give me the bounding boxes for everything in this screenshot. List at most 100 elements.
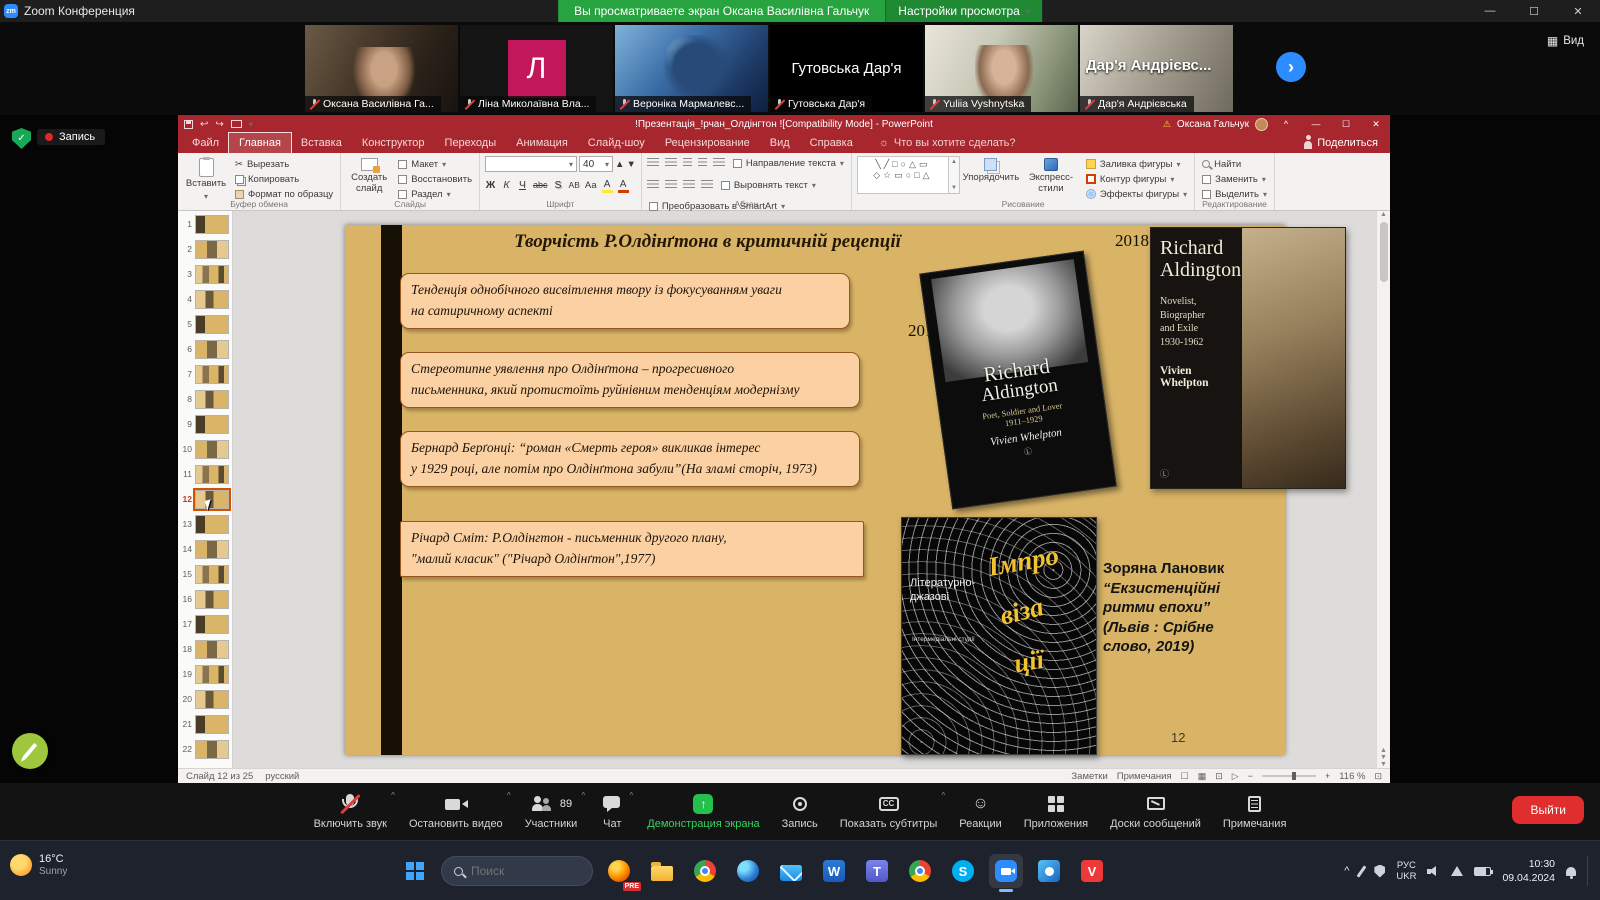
tab-design[interactable]: Конструктор [352,133,435,153]
slide-thumbnail-13[interactable]: 13 [178,513,232,538]
start-button[interactable] [398,854,432,888]
tell-me-search[interactable]: ☼ Что вы хотите сделать? [879,137,1016,149]
participant-tile-darya[interactable]: Дар'я Андрієвс... Дар'я Андрієвська [1080,25,1233,112]
thumbnail-preview[interactable] [195,540,229,559]
numbering-icon[interactable] [665,158,677,168]
account-avatar[interactable] [1255,118,1268,131]
slide-thumbnail-16[interactable]: 16 [178,588,232,613]
align-center-icon[interactable] [665,180,677,190]
quick-styles-button[interactable]: Экспресс-стили [1022,156,1080,195]
minimize-button[interactable]: — [1468,0,1512,22]
copy-button[interactable]: Копировать [233,172,335,186]
chat-button[interactable]: ^ Чат [590,791,634,833]
text-box-1[interactable]: Тенденція однобічного висвітлення твору … [400,273,850,329]
zoom-percentage[interactable]: 116 % [1339,771,1365,782]
text-box-2[interactable]: Стереотипне уявлення про Олдінґтона – пр… [400,352,860,408]
language-switcher[interactable]: РУС UKR [1396,860,1416,883]
participant-tile-yuliia[interactable]: Yuliia Vyshnytska [925,25,1078,112]
slide-12[interactable]: Творчість Р.Олдінґтона в критичній рецеп… [345,225,1285,755]
highlight-color-button[interactable]: А [602,180,613,191]
bullets-icon[interactable] [647,158,659,168]
close-button[interactable]: ✕ [1556,0,1600,22]
thumbnail-preview[interactable] [195,615,229,634]
align-text-button[interactable]: Выровнять текст ▾ [719,178,818,192]
slideshow-view-icon[interactable]: ▷ [1232,771,1239,782]
slide-thumbnail-9[interactable]: 9 [178,413,232,438]
thumbnail-preview[interactable] [195,715,229,734]
taskbar-icon-mail[interactable] [774,854,808,888]
text-shadow-button[interactable]: S [553,179,564,191]
taskbar-icon-edge[interactable] [731,854,765,888]
text-box-3[interactable]: Бернард Берґонці: “роман «Смерть героя» … [400,431,860,487]
participant-tile-veronika[interactable]: Вероніка Мармалевс... [615,25,768,112]
undo-icon[interactable]: ↩ [200,119,208,130]
clock[interactable]: 10:30 09.04.2024 [1502,857,1555,885]
new-slide-button[interactable]: Создать слайд [346,156,392,195]
normal-view-icon[interactable]: ☐ [1181,771,1189,782]
thumbnail-preview[interactable] [195,390,229,409]
whiteboards-button[interactable]: Доски сообщений [1101,791,1210,833]
justify-icon[interactable] [701,180,713,190]
slide-thumbnail-17[interactable]: 17 [178,613,232,638]
comments-toggle[interactable]: Примечания [1117,771,1172,782]
slide-counter[interactable]: Слайд 12 из 25 [186,771,253,782]
slide-thumbnail-11[interactable]: 11 [178,463,232,488]
recording-indicator[interactable]: Запись [37,129,105,145]
slide-thumbnail-panel[interactable]: 12345678910111213141516171819202122 [178,211,233,768]
annotation-pencil-button[interactable] [12,733,48,769]
shape-fill-button[interactable]: Заливка фигуры ▾ [1084,157,1189,171]
font-size-combobox[interactable]: 40 ▾ [579,156,613,172]
shapes-gallery[interactable]: ╲╱□○△▭ ◇☆▭○□△ ▲ ▼ [857,156,960,194]
thumbnail-preview[interactable] [195,290,229,309]
scroll-up-icon[interactable]: ▲ [1380,211,1387,218]
thumbnail-preview[interactable] [195,640,229,659]
previous-slide-icon[interactable]: ▲ [1380,747,1387,754]
slideshow-icon[interactable] [231,120,242,128]
slide-thumbnail-8[interactable]: 8 [178,388,232,413]
bold-button[interactable]: Ж [485,179,496,191]
italic-button[interactable]: К [501,179,512,191]
tab-file[interactable]: Файл [182,133,229,153]
tab-help[interactable]: Справка [800,133,863,153]
chevron-up-icon[interactable]: ^ [507,791,511,800]
align-right-icon[interactable] [683,180,695,190]
taskbar-icon-teams[interactable]: T [860,854,894,888]
language-indicator[interactable]: русский [265,771,299,782]
scroll-down-icon[interactable]: ▼ [1380,761,1387,768]
save-icon[interactable] [184,120,193,129]
thumbnail-preview[interactable] [195,215,229,234]
maximize-button[interactable]: ☐ [1512,0,1556,22]
taskbar-icon-firefox[interactable]: PRE [602,854,636,888]
share-screen-button[interactable]: ↑ Демонстрация экрана [638,791,768,833]
line-spacing-icon[interactable] [713,158,725,168]
slide-thumbnail-7[interactable]: 7 [178,363,232,388]
strikethrough-button[interactable]: abc [533,180,548,190]
grow-font-icon[interactable]: ▲ [615,159,624,170]
taskbar-icon-chrome-2[interactable] [903,854,937,888]
thumbnail-preview[interactable] [195,690,229,709]
increase-indent-icon[interactable] [698,158,707,168]
thumbnail-preview[interactable] [195,340,229,359]
view-options-dropdown[interactable]: Настройки просмотра ▾ [885,0,1042,22]
apps-button[interactable]: Приложения [1015,791,1097,833]
book-cover-jazz[interactable]: Літературно- джазові Інтермедіальні студ… [901,517,1097,755]
next-slide-icon[interactable]: ▼ [1380,754,1387,761]
chevron-up-icon[interactable]: ^ [581,791,585,800]
reactions-button[interactable]: ☺ Реакции [950,791,1011,833]
pp-minimize-button[interactable]: — [1304,115,1328,133]
participant-tile-oksana[interactable]: Оксана Василівна Га... [305,25,458,112]
hidden-icons-chevron[interactable]: ^ [1344,865,1349,877]
find-button[interactable]: Найти [1200,157,1269,171]
taskbar-icon-explorer[interactable] [645,854,679,888]
cut-button[interactable]: ✂ Вырезать [233,157,335,171]
underline-button[interactable]: Ч [517,179,528,191]
paste-button[interactable]: Вставить ▾ [183,156,229,201]
slide-thumbnail-15[interactable]: 15 [178,563,232,588]
font-color-button[interactable]: А [618,180,629,191]
thumbnail-preview[interactable] [195,740,229,759]
slide-thumbnail-20[interactable]: 20 [178,688,232,713]
slide-scrollbar[interactable]: ▲ ▲ ▼ ▼ [1376,211,1390,768]
record-button[interactable]: Запись [773,791,827,833]
slide-thumbnail-5[interactable]: 5 [178,313,232,338]
thumbnail-preview[interactable] [195,515,229,534]
